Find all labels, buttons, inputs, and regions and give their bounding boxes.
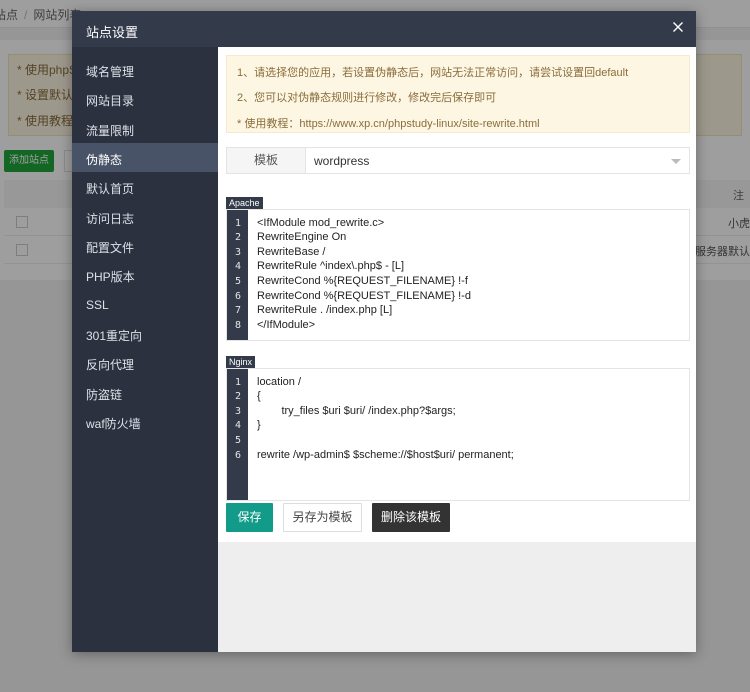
line-number: 4 [234,261,241,272]
sidebar-item-php-version[interactable]: PHP版本 [72,260,218,289]
code-line: rewrite /wp-admin$ $scheme://$host$uri/ … [257,449,514,461]
code-line: RewriteRule . /index.php [L] [257,304,393,316]
sidebar-item-config-file[interactable]: 配置文件 [72,231,218,260]
line-number: 2 [234,391,241,402]
notice-text: 1、请选择您的应用，若设置伪静态后，网站无法正常访问，请尝试设置回default [237,67,629,79]
line-number: 8 [234,320,241,331]
save-as-template-button[interactable]: 另存为模板 [283,503,362,532]
close-icon[interactable] [670,19,686,35]
delete-template-button[interactable]: 删除该模板 [372,503,450,532]
chevron-down-icon [671,159,681,164]
line-number: 4 [234,420,241,431]
line-gutter: 1 2 3 4 5 6 [227,369,248,500]
code-line: </IfModule> [257,319,316,331]
code-line: <IfModule mod_rewrite.c> [257,217,385,229]
line-number: 3 [234,247,241,258]
line-gutter: 1 2 3 4 5 6 7 8 [227,210,248,340]
line-number: 6 [234,450,241,461]
code-line: RewriteEngine On [257,231,347,243]
notice-link[interactable]: * 使用教程：https://www.xp.cn/phpstudy-linux/… [237,115,540,131]
notice-text: 2、您可以对伪静态规则进行修改，修改完后保存即可 [237,92,497,104]
line-number: 2 [234,232,241,243]
sidebar-item-traffic-limit[interactable]: 流量限制 [72,114,218,143]
template-row: 模板 wordpress [226,147,690,174]
sidebar-item-rewrite[interactable]: 伪静态 [72,143,218,172]
line-number: 1 [234,377,241,388]
nginx-tag: Nginx [226,356,256,368]
save-button[interactable]: 保存 [226,503,273,532]
code-line: RewriteCond %{REQUEST_FILENAME} !-d [257,290,471,302]
line-number: 6 [234,291,241,302]
code-line: RewriteCond %{REQUEST_FILENAME} !-f [257,275,468,287]
panel-footer-area [218,542,696,652]
sidebar-item-redirect[interactable]: 301重定向 [72,319,218,348]
template-selected-value: wordpress [314,154,370,168]
site-settings-dialog: 站点设置 域名管理 网站目录 流量限制 伪静态 默认首页 访问日志 配置文件 P… [72,11,696,652]
apache-editor[interactable]: 1 2 3 4 5 6 7 8 <IfModule mod_rewrite.c>… [226,209,690,341]
template-label: 模板 [227,148,306,173]
line-number: 5 [234,276,241,287]
code-line: } [257,419,261,431]
sidebar-item-domain[interactable]: 域名管理 [72,55,218,84]
code-line: location / [257,376,302,388]
nginx-editor[interactable]: 1 2 3 4 5 6 location / { try_files $uri … [226,368,690,501]
code-line: try_files $uri $uri/ /index.php?$args; [257,405,456,417]
line-number: 3 [234,406,241,417]
code-line: { [257,390,261,402]
apache-tag: Apache [226,197,263,209]
line-number: 5 [234,435,241,446]
sidebar-item-default-page[interactable]: 默认首页 [72,172,218,201]
sidebar-item-access-log[interactable]: 访问日志 [72,202,218,231]
dialog-header: 站点设置 [72,11,696,47]
dialog-title: 站点设置 [86,25,139,40]
code-line: RewriteRule ^index\.php$ - [L] [257,260,405,272]
template-select[interactable]: wordpress [307,148,689,173]
sidebar-item-ssl[interactable]: SSL [72,290,218,319]
line-number: 7 [234,305,241,316]
sidebar-item-hotlink[interactable]: 防盗链 [72,378,218,407]
settings-sidebar: 域名管理 网站目录 流量限制 伪静态 默认首页 访问日志 配置文件 PHP版本 … [72,47,218,652]
rewrite-panel: 1、请选择您的应用，若设置伪静态后，网站无法正常访问，请尝试设置回default… [218,47,696,542]
sidebar-item-directory[interactable]: 网站目录 [72,84,218,113]
line-number: 1 [234,218,241,229]
sidebar-item-waf[interactable]: waf防火墙 [72,407,218,436]
sidebar-item-reverse-proxy[interactable]: 反向代理 [72,348,218,377]
notice-box: 1、请选择您的应用，若设置伪静态后，网站无法正常访问，请尝试设置回default… [226,55,690,133]
code-line: RewriteBase / [257,246,326,258]
